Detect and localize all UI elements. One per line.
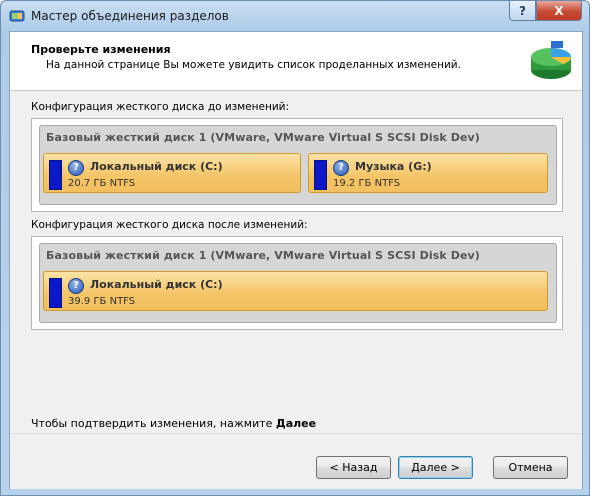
after-config-panel: Базовый жесткий диск 1 (VMware, VMware V…	[31, 236, 563, 330]
after-disk-title: Базовый жесткий диск 1 (VMware, VMware V…	[46, 249, 480, 262]
after-partition-c[interactable]: ? Локальный диск (C:) 39.9 ГБ NTFS	[43, 271, 548, 311]
page-subtitle: На данной странице Вы можете увидить спи…	[46, 59, 461, 71]
question-icon: ?	[68, 278, 84, 294]
partition-name: Локальный диск (C:)	[90, 278, 223, 291]
before-disk-title: Базовый жесткий диск 1 (VMware, VMware V…	[46, 131, 480, 144]
partition-size: 20.7 ГБ NTFS	[68, 178, 136, 189]
confirm-instruction: Чтобы подтвердить изменения, нажмите Дал…	[31, 417, 316, 430]
partition-usage-fill	[49, 278, 62, 308]
wizard-client-area: Проверьте изменения На данной странице В…	[9, 31, 583, 489]
help-icon: ?	[519, 3, 526, 18]
after-disk: Базовый жесткий диск 1 (VMware, VMware V…	[39, 243, 557, 323]
wizard-body: Конфигурация жесткого диска до изменений…	[10, 91, 582, 433]
close-button[interactable]: X	[536, 1, 582, 21]
page-title: Проверьте изменения	[31, 43, 171, 56]
title-bar[interactable]: Мастер объединения разделов ? X	[1, 1, 589, 31]
question-icon: ?	[333, 160, 349, 176]
close-icon: X	[554, 3, 564, 18]
before-partition-c[interactable]: ? Локальный диск (C:) 20.7 ГБ NTFS	[43, 153, 301, 193]
partition-size: 39.9 ГБ NTFS	[68, 296, 136, 307]
wizard-window: Мастер объединения разделов ? X Проверьт…	[0, 0, 590, 496]
before-config-panel: Базовый жесткий диск 1 (VMware, VMware V…	[31, 118, 563, 212]
wizard-header: Проверьте изменения На данной странице В…	[10, 32, 582, 91]
partition-usage-fill	[314, 160, 327, 190]
before-disk: Базовый жесткий диск 1 (VMware, VMware V…	[39, 125, 557, 205]
cancel-button[interactable]: Отмена	[493, 456, 568, 479]
question-icon: ?	[68, 160, 84, 176]
disk-pie-logo-icon	[531, 41, 571, 79]
next-button[interactable]: Далее >	[398, 456, 473, 479]
partition-usage-fill	[49, 160, 62, 190]
partition-name: Локальный диск (C:)	[90, 160, 223, 173]
help-button[interactable]: ?	[509, 1, 536, 21]
back-button[interactable]: < Назад	[316, 456, 391, 479]
partition-name: Музыка (G:)	[355, 160, 432, 173]
button-bar: < Назад Далее > Отмена	[10, 433, 582, 489]
before-partition-g[interactable]: ? Музыка (G:) 19.2 ГБ NTFS	[308, 153, 548, 193]
after-section-label: Конфигурация жесткого диска после измене…	[31, 219, 308, 231]
partition-size: 19.2 ГБ NTFS	[333, 178, 401, 189]
confirm-instruction-text: Чтобы подтвердить изменения, нажмите	[31, 417, 276, 430]
confirm-instruction-bold: Далее	[275, 417, 317, 430]
before-section-label: Конфигурация жесткого диска до изменений…	[31, 101, 290, 113]
window-title: Мастер объединения разделов	[31, 9, 229, 23]
app-icon	[9, 10, 25, 22]
